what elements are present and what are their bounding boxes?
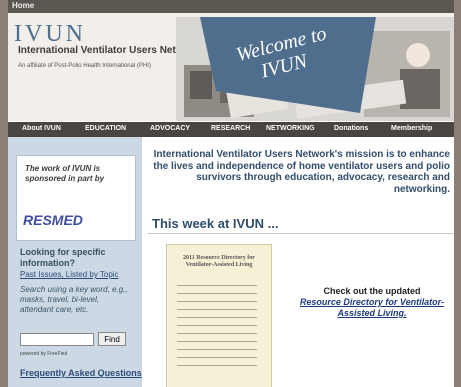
- top-bar: Home: [8, 0, 454, 13]
- sponsor-box: The work of IVUN is sponsored in part by…: [16, 155, 136, 241]
- nav-advocacy[interactable]: ADVOCACY: [150, 125, 190, 132]
- cover-line: [177, 349, 257, 350]
- cover-line: [177, 325, 257, 326]
- affiliation-note: An affiliate of Post-Polio Health Intern…: [18, 63, 151, 69]
- past-issues-link[interactable]: Past Issues, Listed by Topic: [20, 270, 119, 279]
- divider: [148, 233, 454, 234]
- search-input[interactable]: [20, 333, 94, 346]
- cover-line: [177, 341, 257, 342]
- faq-link[interactable]: Frequently Asked Questions: [20, 368, 142, 378]
- home-link[interactable]: Home: [12, 1, 34, 10]
- looking-heading: Looking for specific information?: [20, 247, 106, 268]
- sidebar: The work of IVUN is sponsored in part by…: [8, 137, 142, 387]
- checkout-prefix: Check out the updated: [323, 286, 421, 296]
- cover-title: 2011 Resource Directory for Ventilator-A…: [183, 255, 255, 268]
- cover-line: [177, 357, 257, 358]
- nav-donations[interactable]: Donations: [334, 125, 368, 132]
- powered-by[interactable]: powered by FreeFind: [20, 351, 67, 357]
- header-banner: IVUN International Ventilator Users Netw…: [8, 13, 454, 121]
- resource-directory-link[interactable]: Resource Directory for Ventilator-Assist…: [300, 297, 444, 318]
- nav-networking[interactable]: NETWORKING: [266, 125, 315, 132]
- cover-line: [177, 293, 257, 294]
- nav-research[interactable]: RESEARCH: [211, 125, 250, 132]
- past-issues-line: Past Issues, Listed by Topic: [20, 270, 119, 279]
- nav-about-ivun[interactable]: About IVUN: [22, 125, 61, 132]
- resource-directory-cover[interactable]: 2011 Resource Directory for Ventilator-A…: [166, 244, 272, 387]
- resmed-logo[interactable]: RESMED: [23, 212, 83, 228]
- nav-education[interactable]: EDUCATION: [85, 125, 126, 132]
- sponsor-text: The work of IVUN is sponsored in part by: [25, 164, 105, 183]
- main-nav: About IVUN EDUCATION ADVOCACY RESEARCH N…: [8, 122, 454, 137]
- mission-statement: International Ventilator Users Network's…: [153, 149, 450, 195]
- search-hint: Search using a key word, e.g., masks, tr…: [20, 285, 128, 314]
- cover-line: [177, 301, 257, 302]
- cover-line: [177, 309, 257, 310]
- find-button[interactable]: Find: [98, 332, 126, 346]
- cover-line: [177, 333, 257, 334]
- main-content: International Ventilator Users Network's…: [142, 137, 454, 387]
- cover-line: [177, 317, 257, 318]
- page: Home IVUN International Ventilator Users…: [8, 0, 454, 387]
- checkout-callout: Check out the updated Resource Directory…: [288, 286, 454, 319]
- cover-line: [177, 365, 257, 366]
- week-heading: This week at IVUN ...: [152, 216, 279, 231]
- nav-membership[interactable]: Membership: [391, 125, 432, 132]
- organization-name: International Ventilator Users Network: [18, 45, 200, 56]
- cover-line: [177, 285, 257, 286]
- site-logo[interactable]: IVUN: [14, 21, 86, 48]
